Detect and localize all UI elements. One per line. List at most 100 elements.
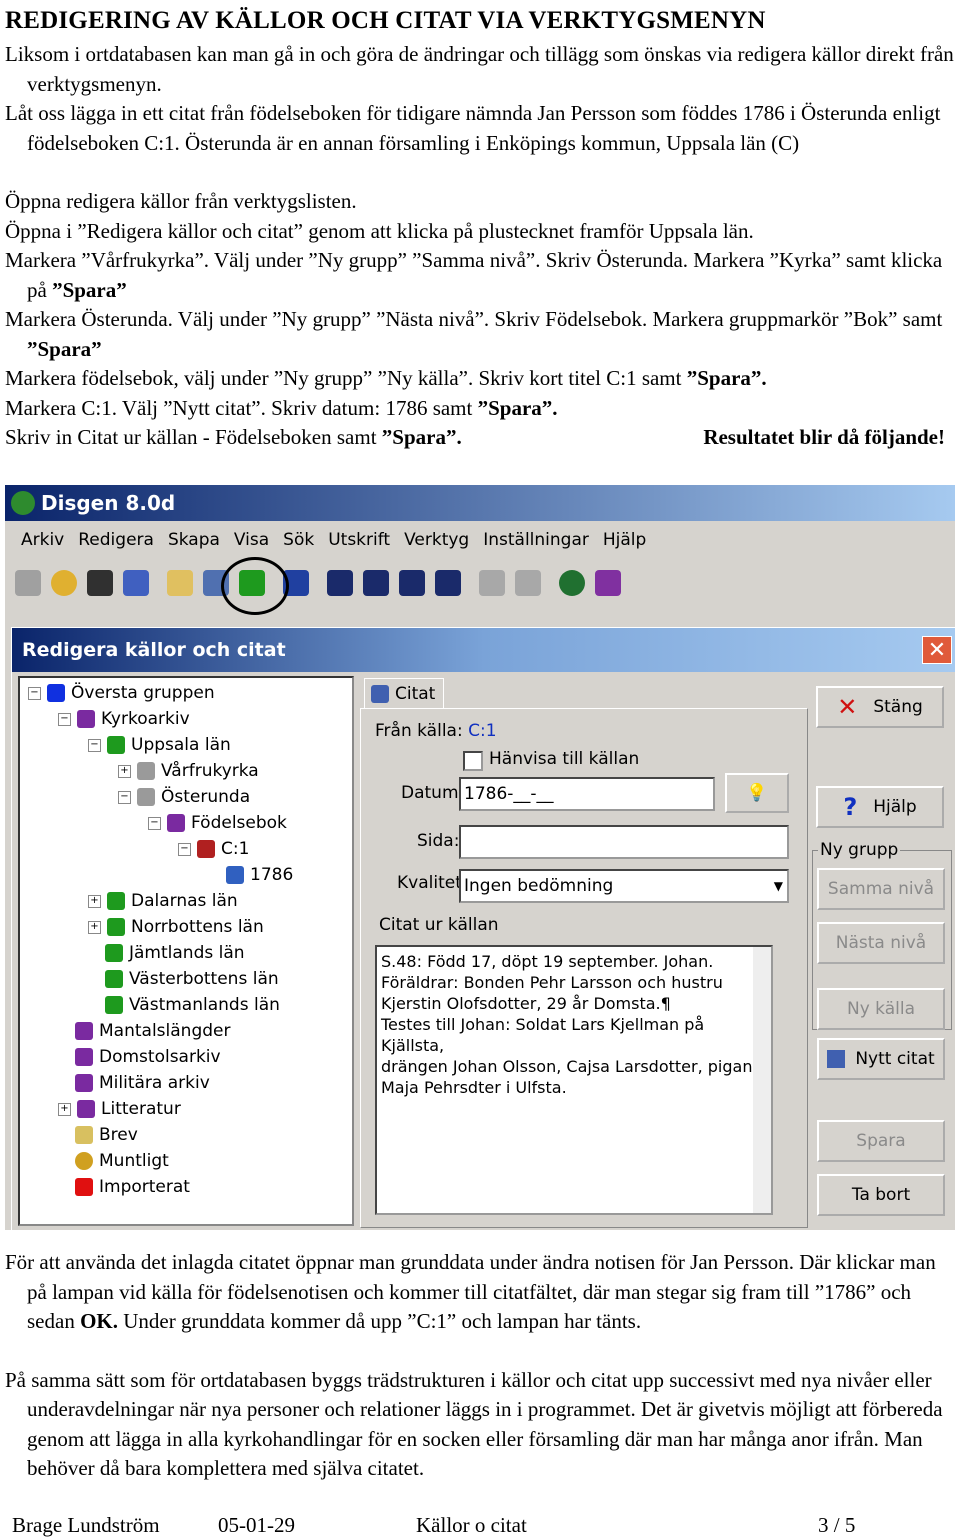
menu-skapa[interactable]: Skapa	[168, 530, 220, 550]
date-input[interactable]: 1786-__-__	[459, 777, 715, 811]
quote-textarea[interactable]: S.48: Född 17, döpt 19 september. Johan.…	[375, 945, 773, 1215]
menu-redigera[interactable]: Redigera	[78, 530, 154, 550]
refer-label: Hänvisa till källan	[489, 749, 640, 769]
quality-label: Kvalitet:	[397, 873, 468, 893]
folder-icon	[47, 684, 65, 702]
footer-title: Källor o citat	[416, 1513, 527, 1537]
delete-button[interactable]: Ta bort	[817, 1174, 945, 1216]
tree-item[interactable]: Västerbottens län	[105, 968, 279, 990]
tree-item[interactable]: Domstolsarkiv	[75, 1046, 221, 1068]
footer-author: Brage Lundström	[12, 1513, 160, 1537]
menu-utskrift[interactable]: Utskrift	[328, 530, 390, 550]
split-icon[interactable]	[363, 570, 389, 596]
outro: För att använda det inlagda citatet öppn…	[5, 1248, 955, 1484]
tree-item[interactable]: + Vårfrukyrka	[118, 760, 259, 782]
date-label: Datum:	[401, 783, 465, 803]
step-1: Öppna redigera källor från verktygsliste…	[5, 189, 357, 213]
tree-item[interactable]: Jämtlands län	[105, 942, 245, 964]
globe-icon[interactable]	[559, 570, 585, 596]
tree-item[interactable]: Importerat	[75, 1176, 190, 1198]
toolbar	[5, 563, 955, 603]
quote-icon	[226, 866, 244, 884]
cascade-icon[interactable]	[435, 570, 461, 596]
menu-arkiv[interactable]: Arkiv	[21, 530, 64, 550]
same-level-button[interactable]: Samma nivå	[817, 868, 945, 910]
menu-hjalp[interactable]: Hjälp	[603, 530, 646, 550]
scrollbar[interactable]	[753, 947, 771, 1213]
citat-icon	[827, 1050, 846, 1068]
tree-item[interactable]: − C:1	[178, 838, 249, 860]
sources-dialog: Redigera källor och citat ✕ − Översta gru…	[11, 627, 955, 1230]
close-icon: ✕	[837, 693, 858, 721]
app-title: Disgen 8.0d	[41, 491, 176, 515]
lamp-icon: 💡	[746, 783, 768, 803]
open-book-icon	[197, 840, 215, 858]
edit-icon[interactable]	[123, 570, 149, 596]
window-icon[interactable]	[327, 570, 353, 596]
step-6: Markera C:1. Välj ”Nytt citat”. Skriv da…	[5, 395, 558, 420]
tree-item[interactable]: + Litteratur	[58, 1098, 181, 1120]
tree-item[interactable]: + Dalarnas län	[88, 890, 238, 912]
books-icon	[75, 1074, 93, 1092]
new-group-label: Ny grupp	[818, 840, 901, 860]
tree-item[interactable]: Brev	[75, 1124, 138, 1146]
book-icon[interactable]	[595, 570, 621, 596]
binoculars-icon[interactable]	[87, 570, 113, 596]
tree-item[interactable]: Muntligt	[75, 1150, 169, 1172]
tree-item[interactable]: − Födelsebok	[148, 812, 287, 834]
save-button[interactable]: Spara	[817, 1120, 945, 1162]
close-icon[interactable]: ✕	[922, 636, 952, 664]
menu-verktyg[interactable]: Verktyg	[404, 530, 469, 550]
tree-item[interactable]: − Översta gruppen	[28, 682, 215, 704]
books-icon	[75, 1022, 93, 1040]
app-titlebar: Disgen 8.0d	[5, 485, 955, 521]
menu-visa[interactable]: Visa	[234, 530, 269, 550]
print-icon[interactable]	[15, 570, 41, 596]
new-quote-button[interactable]: Nytt citat	[817, 1038, 945, 1080]
import-icon	[75, 1178, 93, 1196]
outro-paragraph-2: På samma sätt som för ortdatabasen byggs…	[5, 1367, 943, 1481]
undo-icon[interactable]	[479, 570, 505, 596]
next-level-button[interactable]: Nästa nivå	[817, 922, 945, 964]
page-input[interactable]	[459, 825, 789, 859]
tree-item[interactable]: Mantalslängder	[75, 1020, 230, 1042]
redo-icon[interactable]	[515, 570, 541, 596]
citat-panel: Från källa: C:1 Hänvisa till källan Datu…	[360, 708, 808, 1228]
page-title: REDIGERING AV KÄLLOR OCH CITAT VIA VERKT…	[5, 7, 766, 34]
source-tree: − Översta gruppen − Kyrkoarkiv − Uppsala lä…	[18, 676, 354, 1226]
step-2: Öppna i ”Redigera källor och citat” geno…	[5, 218, 754, 243]
tab-citat[interactable]: Citat	[364, 678, 444, 708]
menu-sok[interactable]: Sök	[283, 530, 314, 550]
lamp-button[interactable]: 💡	[725, 773, 789, 813]
intro-paragraph-2: Låt oss lägga in ett citat från födelseb…	[5, 101, 941, 155]
chevron-down-icon[interactable]: ▼	[774, 871, 783, 901]
step-4: Markera Österunda. Välj under ”Ny grupp”…	[5, 307, 943, 361]
new-source-button[interactable]: Ny källa	[817, 988, 945, 1030]
outro-paragraph-1: För att använda det inlagda citatet öppn…	[5, 1250, 936, 1333]
tree-item[interactable]: − Uppsala län	[88, 734, 231, 756]
result-note: Resultatet blir då följande!	[703, 425, 945, 449]
tree-item[interactable]: + Norrbottens län	[88, 916, 264, 938]
menu-installningar[interactable]: Inställningar	[483, 530, 589, 550]
home-icon[interactable]	[167, 570, 193, 596]
close-button[interactable]: ✕ Stäng	[816, 686, 944, 728]
quality-select[interactable]: Ingen bedömning ▼	[459, 869, 789, 903]
tree-item[interactable]: − Kyrkoarkiv	[58, 708, 190, 730]
quote-label: Citat ur källan	[379, 915, 499, 935]
help-icon: ?	[843, 793, 858, 821]
citat-icon	[371, 684, 389, 703]
tree-item[interactable]: − Österunda	[118, 786, 250, 808]
church-icon	[137, 788, 155, 806]
refer-checkbox[interactable]	[463, 751, 483, 771]
tree-item[interactable]: 1786	[226, 864, 293, 886]
help-button[interactable]: ? Hjälp	[816, 786, 944, 828]
church-icon	[137, 762, 155, 780]
footer-page: 3 / 5	[818, 1513, 856, 1537]
tree-item[interactable]: Militära arkiv	[75, 1072, 210, 1094]
tree-item[interactable]: Västmanlands län	[105, 994, 280, 1016]
disgen-screenshot: Disgen 8.0d Arkiv Redigera Skapa Visa Sö…	[5, 485, 955, 1230]
person-icon[interactable]	[51, 570, 77, 596]
map-icon	[105, 996, 123, 1014]
panes-icon[interactable]	[399, 570, 425, 596]
tree-icon	[11, 491, 35, 515]
